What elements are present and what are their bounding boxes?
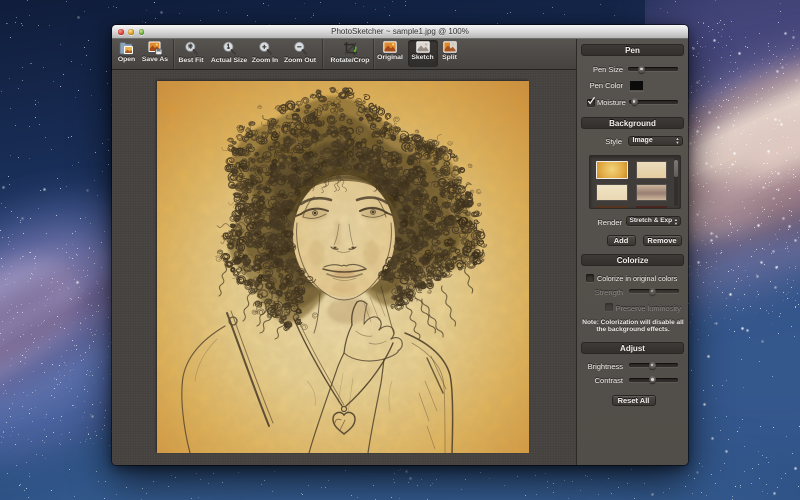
- svg-text:1: 1: [226, 44, 230, 51]
- svg-text:✳: ✳: [187, 43, 193, 51]
